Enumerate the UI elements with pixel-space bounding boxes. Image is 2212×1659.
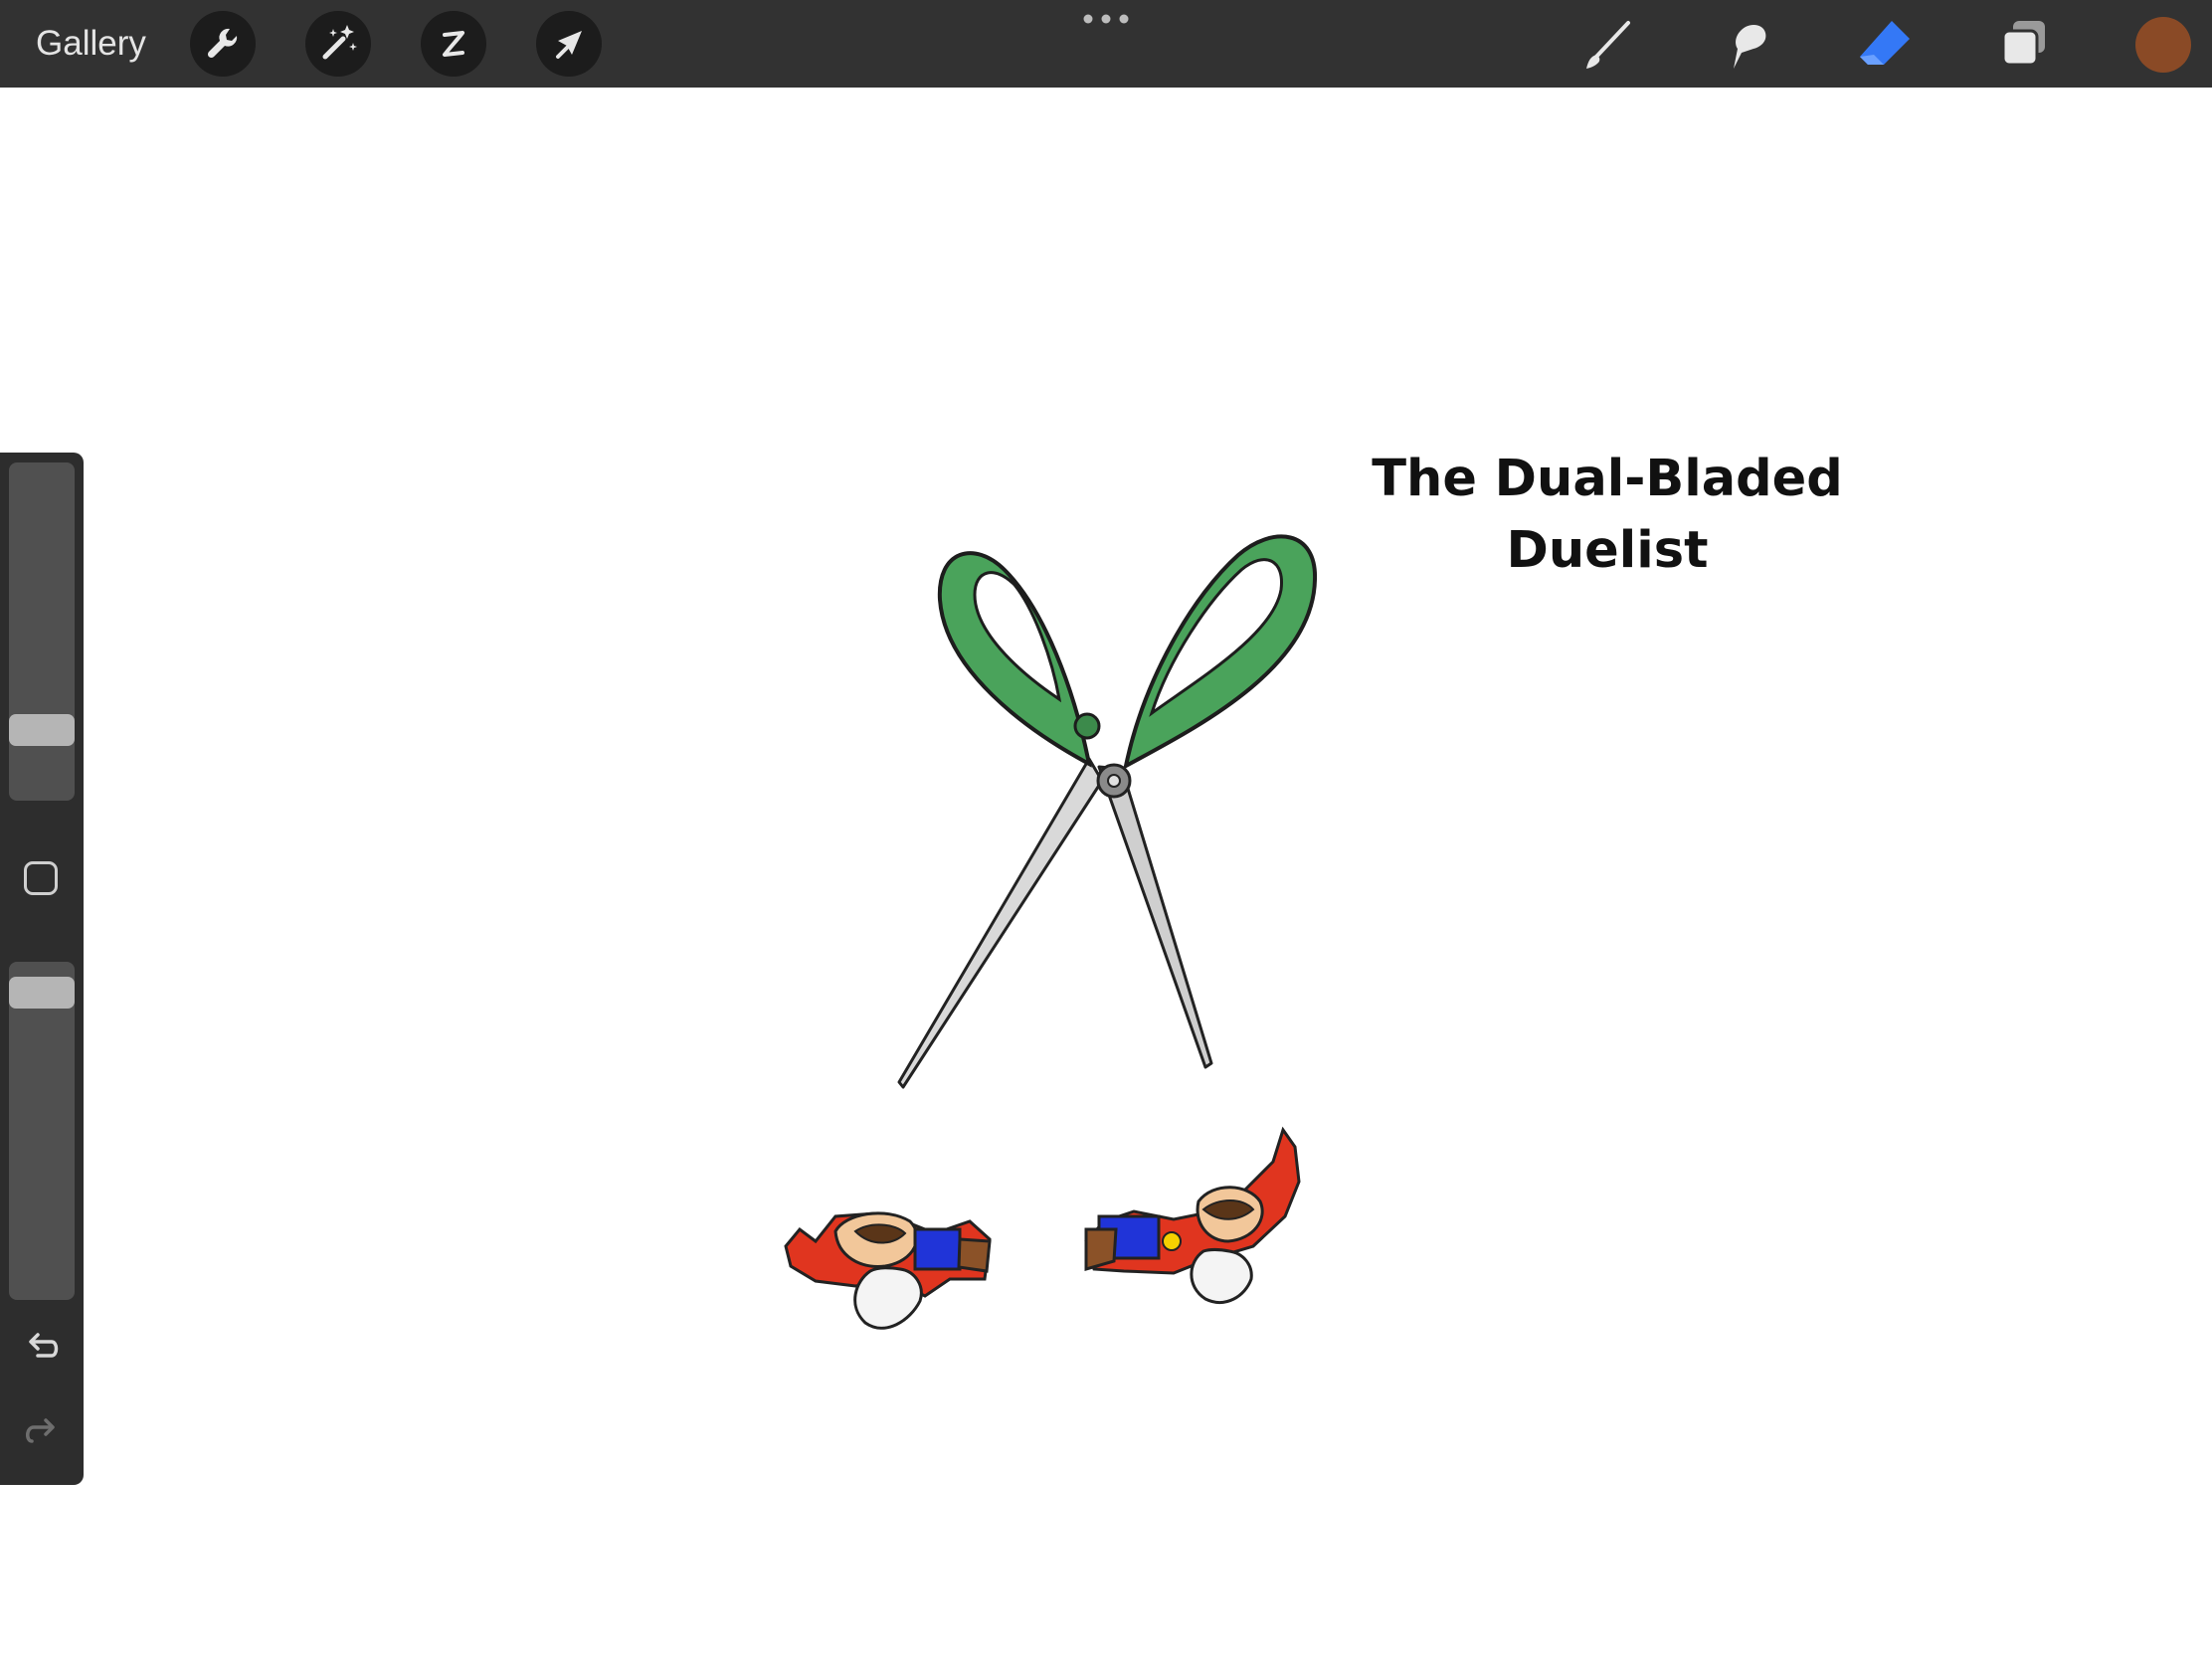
selection-s-icon — [443, 31, 464, 57]
left-sidebar — [0, 453, 84, 1485]
title-line-2: Duelist — [1506, 521, 1709, 580]
canvas-title-text: The Dual-Bladed Duelist — [1363, 444, 1852, 587]
eraser-icon — [1860, 21, 1910, 65]
layers-button[interactable] — [1993, 13, 2055, 75]
brush-icon — [1586, 21, 1630, 69]
mario-halves-illustration — [784, 1126, 1301, 1330]
brush-size-slider[interactable] — [9, 462, 75, 801]
smudge-tool-button[interactable] — [1716, 13, 1777, 75]
opacity-thumb[interactable] — [9, 977, 75, 1010]
wrench-icon — [207, 28, 238, 59]
magic-wand-icon — [322, 25, 357, 60]
actions-button[interactable] — [190, 11, 256, 77]
more-options-button[interactable] — [1080, 10, 1132, 28]
brush-tool-button[interactable] — [1576, 13, 1638, 75]
drawing-canvas[interactable]: The Dual-Bladed Duelist — [0, 88, 2212, 1659]
smudge-finger-icon — [1734, 25, 1766, 69]
redo-button[interactable] — [22, 1413, 62, 1453]
layers-icon — [2001, 21, 2045, 67]
selection-button[interactable] — [421, 11, 486, 77]
color-picker-button[interactable] — [2135, 17, 2191, 73]
arrow-cursor-icon — [556, 31, 582, 59]
modify-button[interactable] — [24, 861, 58, 895]
top-toolbar: Gallery — [0, 0, 2212, 88]
brush-size-thumb[interactable] — [9, 713, 75, 746]
undo-button[interactable] — [22, 1328, 62, 1368]
adjustments-button[interactable] — [305, 11, 371, 77]
ellipsis-icon — [1083, 14, 1129, 24]
transform-button[interactable] — [536, 11, 602, 77]
title-line-1: The Dual-Bladed — [1372, 450, 1843, 508]
undo-arrow-icon — [29, 1333, 59, 1358]
scissors-illustration — [897, 534, 1318, 1089]
opacity-slider[interactable] — [9, 962, 75, 1300]
redo-arrow-icon — [26, 1418, 55, 1443]
eraser-tool-button[interactable] — [1854, 13, 1916, 75]
gallery-button[interactable]: Gallery — [36, 20, 146, 68]
